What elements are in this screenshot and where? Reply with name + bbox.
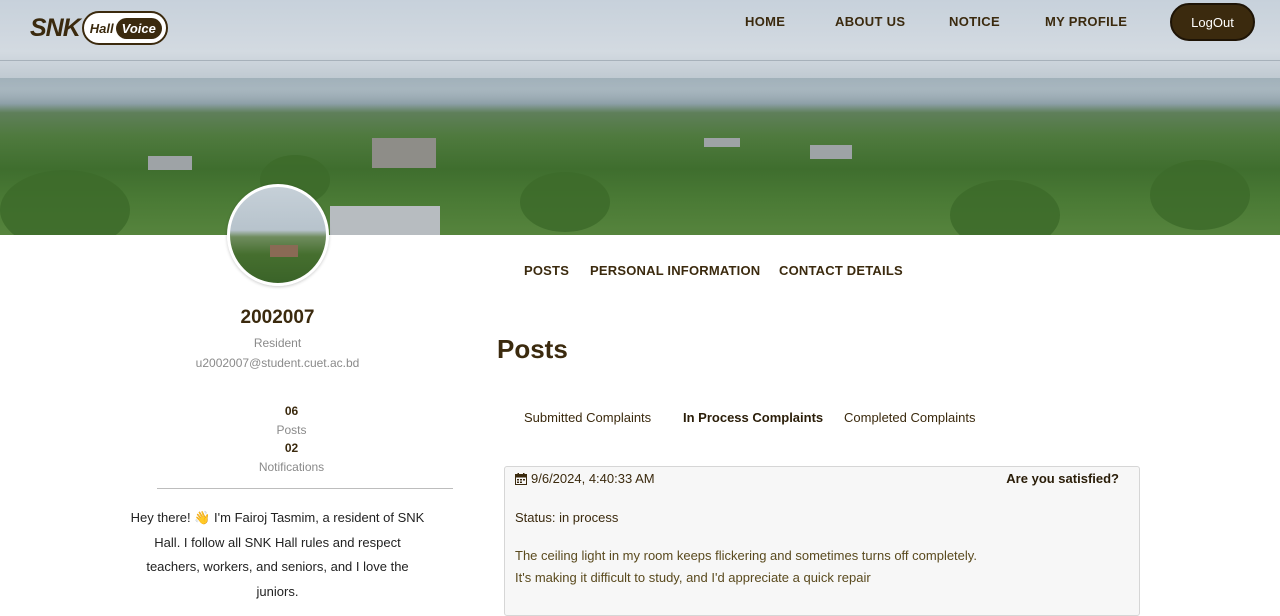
profile-user-id: 2002007 <box>240 307 315 328</box>
tab-posts[interactable]: POSTS <box>524 263 569 278</box>
tab-in-process-complaints[interactable]: In Process Complaints <box>683 410 823 425</box>
banner-building <box>148 156 192 170</box>
header-divider-line <box>0 60 1280 61</box>
posts-count: 06 <box>284 404 299 418</box>
nav-about-link[interactable]: ABOUT US <box>835 14 905 30</box>
banner-tree <box>0 170 130 235</box>
banner-building <box>372 138 436 168</box>
complaint-text-line-2: It's making it difficult to study, and I… <box>515 570 871 585</box>
avatar <box>227 184 329 286</box>
logo-voice-text: Voice <box>115 17 162 39</box>
profile-email: u2002007@student.cuet.ac.bd <box>195 356 360 370</box>
nav-notice-link[interactable]: NOTICE <box>949 14 1000 30</box>
logo-snk-text: SNK <box>30 13 81 42</box>
tab-contact-details[interactable]: CONTACT DETAILS <box>779 263 903 278</box>
banner-horizon <box>0 78 1280 108</box>
calendar-icon <box>515 472 527 485</box>
site-logo[interactable]: SNK Hall Voice <box>30 10 168 46</box>
nav-home-link[interactable]: HOME <box>745 14 785 30</box>
tab-personal-information[interactable]: PERSONAL INFORMATION <box>590 263 760 278</box>
header-banner-image <box>0 0 1280 235</box>
profile-bio: Hey there! 👋 I'm Fairoj Tasmim, a reside… <box>130 510 425 599</box>
notifications-count-label: Notifications <box>258 460 325 474</box>
posts-section-title: Posts <box>497 334 568 364</box>
profile-role: Resident <box>253 336 302 350</box>
nav-my-profile-link[interactable]: MY PROFILE <box>1045 14 1127 30</box>
notifications-count: 02 <box>284 441 299 455</box>
tab-completed-complaints[interactable]: Completed Complaints <box>844 410 976 425</box>
complaint-date: 9/6/2024, 4:40:33 AM <box>515 471 655 486</box>
banner-building <box>704 138 740 147</box>
posts-count-label: Posts <box>276 423 307 437</box>
avatar-building <box>270 245 298 257</box>
profile-divider <box>157 488 453 489</box>
banner-tree <box>950 180 1060 235</box>
tab-submitted-complaints[interactable]: Submitted Complaints <box>524 410 651 425</box>
logo-pill: Hall Voice <box>81 11 168 45</box>
banner-building <box>330 206 440 235</box>
complaint-card: 9/6/2024, 4:40:33 AM Are you satisfied? … <box>504 466 1140 616</box>
banner-building <box>810 145 852 159</box>
complaint-status: Status: in process <box>515 510 619 525</box>
banner-tree <box>520 172 610 232</box>
logout-button[interactable]: LogOut <box>1170 3 1255 41</box>
logo-hall-text: Hall <box>89 20 114 36</box>
complaint-date-text: 9/6/2024, 4:40:33 AM <box>531 471 655 486</box>
complaint-text-line-1: The ceiling light in my room keeps flick… <box>515 548 977 563</box>
banner-tree <box>1150 160 1250 230</box>
satisfied-question-link[interactable]: Are you satisfied? <box>1006 471 1119 486</box>
